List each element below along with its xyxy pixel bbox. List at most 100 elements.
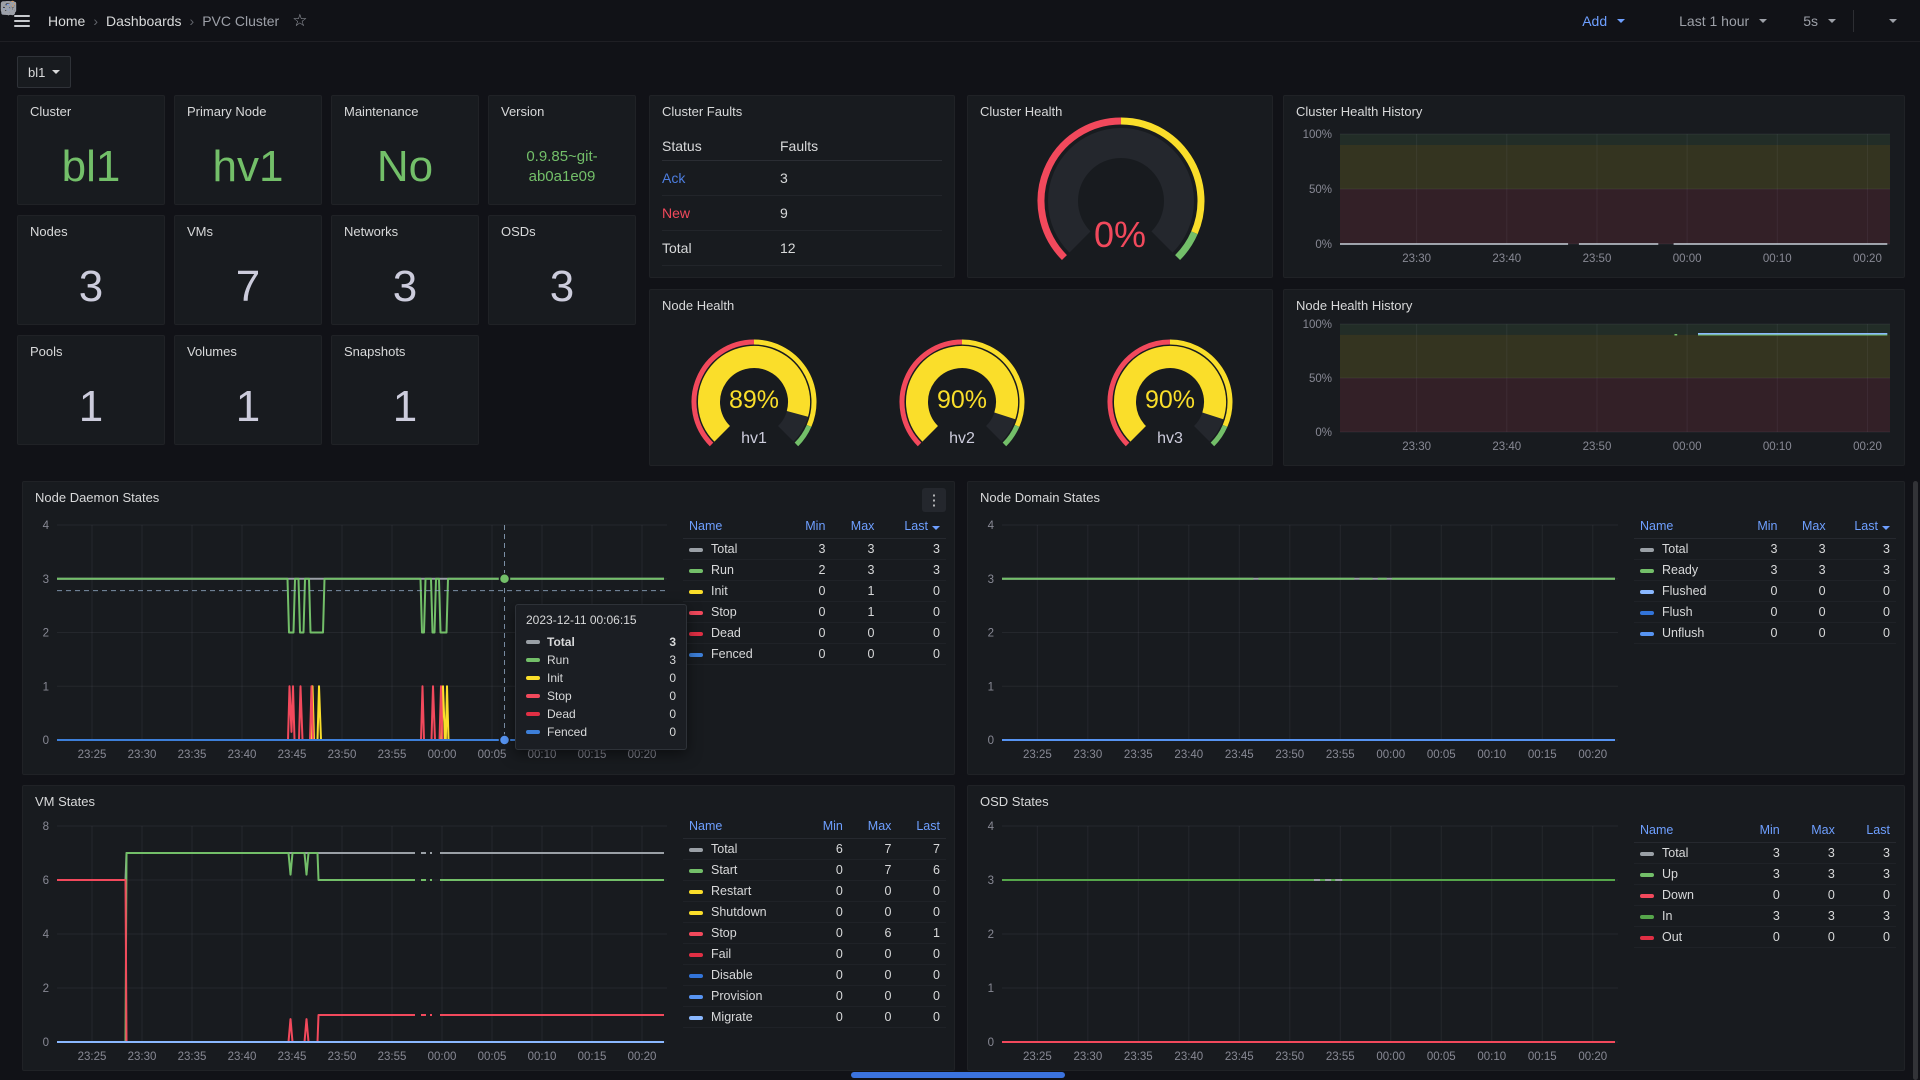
variable-dropdown[interactable]: bl1 [17,56,71,88]
legend-header-last[interactable]: Last [897,816,946,839]
panel-menu-icon[interactable]: ⋮ [922,488,946,512]
legend-value: 3 [1786,864,1841,885]
legend-series-label[interactable]: Down [1634,885,1736,906]
svg-text:00:20: 00:20 [1578,749,1607,761]
legend-series-label[interactable]: Total [683,839,805,860]
legend-series-label[interactable]: Total [683,539,787,560]
svg-text:23:35: 23:35 [1124,1051,1153,1063]
legend-header-last[interactable]: Last [1841,820,1896,843]
legend-series-label[interactable]: Out [1634,927,1736,948]
faults-header-faults: Faults [780,138,942,154]
legend-series-label[interactable]: Flush [1634,602,1740,623]
refresh-button[interactable]: 5s [1803,13,1836,29]
legend-header-max[interactable]: Max [1783,516,1831,539]
svg-text:23:55: 23:55 [378,1051,407,1063]
legend-value: 0 [849,944,898,965]
legend-series-label[interactable]: Fail [683,944,805,965]
legend-header-max[interactable]: Max [849,816,898,839]
legend-value: 0 [1783,602,1831,623]
legend-header-min[interactable]: Min [1740,516,1783,539]
legend-header-min[interactable]: Min [1736,820,1786,843]
legend-series-label[interactable]: Start [683,860,805,881]
svg-text:2: 2 [43,628,49,640]
legend-value: 0 [1832,602,1896,623]
legend-header-min[interactable]: Min [805,816,849,839]
toolbar-expand-button[interactable] [1889,19,1897,23]
stat-title: Nodes [30,224,68,239]
legend-row-total: Total333 [1634,539,1896,560]
series-color-swatch [526,730,540,734]
legend-series-label[interactable]: Total [1634,539,1740,560]
legend-series-label[interactable]: In [1634,906,1736,927]
legend-series-label[interactable]: Total [1634,843,1736,864]
vertical-scrollbar[interactable] [1913,481,1918,1080]
legend-value: 3 [1841,906,1896,927]
stat-value: 3 [332,250,478,324]
breadcrumb-home[interactable]: Home [48,13,85,29]
legend-header-last[interactable]: Last [1832,516,1896,539]
svg-text:00:05: 00:05 [478,749,507,761]
svg-text:23:40: 23:40 [228,1051,257,1063]
svg-text:00:10: 00:10 [1477,749,1506,761]
legend-header-max[interactable]: Max [1786,820,1841,843]
legend-series-label[interactable]: Init [683,581,787,602]
legend-header-name[interactable]: Name [1634,820,1736,843]
legend-series-label[interactable]: Provision [683,986,805,1007]
series-color-swatch [689,869,703,873]
legend-value: 6 [805,839,849,860]
legend-header-last[interactable]: Last [880,516,946,539]
add-button[interactable]: Add [1582,13,1625,29]
svg-text:1: 1 [988,983,994,995]
stat-value: 1 [175,370,321,444]
panel-cluster-health-history: Cluster Health History 0%50%100%23:3023:… [1283,95,1905,278]
legend-series-label[interactable]: Disable [683,965,805,986]
legend-header-min[interactable]: Min [787,516,831,539]
legend-value: 1 [897,923,946,944]
series-color-swatch [689,995,703,999]
series-color-swatch [526,658,540,662]
favorite-star-icon[interactable]: ☆ [292,11,307,31]
tooltip-timestamp: 2023-12-11 00:06:15 [526,613,676,627]
series-color-swatch [1640,852,1654,856]
legend-header-name[interactable]: Name [683,516,787,539]
legend-series-label[interactable]: Fenced [683,644,787,665]
stat-value: 1 [332,370,478,444]
svg-text:100%: 100% [1303,129,1332,141]
legend-series-label[interactable]: Restart [683,881,805,902]
legend-series-label[interactable]: Flushed [1634,581,1740,602]
time-range-picker[interactable]: Last 1 hour [1679,13,1767,29]
legend-series-label[interactable]: Ready [1634,560,1740,581]
legend-header-name[interactable]: Name [1634,516,1740,539]
legend-series-label[interactable]: Dead [683,623,787,644]
fault-status[interactable]: New [662,205,780,221]
svg-text:0: 0 [988,1037,994,1049]
legend-row-disable: Disable000 [683,965,946,986]
svg-text:00:10: 00:10 [1763,253,1792,265]
legend-series-label[interactable]: Stop [683,602,787,623]
panel-title: Cluster Faults [662,104,742,119]
horizontal-scrollbar[interactable] [851,1072,1065,1078]
legend-series-label[interactable]: Unflush [1634,623,1740,644]
svg-text:0%: 0% [1315,427,1332,439]
legend-series-label[interactable]: Migrate [683,1007,805,1028]
stat-panel-version: Version0.9.85~git-ab0a1e09 [488,95,636,205]
series-color-swatch [1640,936,1654,940]
stat-panel-nodes: Nodes 3 [17,215,165,325]
stat-value: 3 [18,250,164,324]
legend-series-label[interactable]: Up [1634,864,1736,885]
legend-row-stop: Stop010 [683,602,946,623]
svg-text:0: 0 [988,735,994,747]
fault-status[interactable]: Ack [662,170,780,186]
legend-series-label[interactable]: Stop [683,923,805,944]
svg-text:3: 3 [988,574,994,586]
legend-row-out: Out000 [1634,927,1896,948]
fault-count: 12 [780,240,942,256]
breadcrumb-dashboards[interactable]: Dashboards [106,13,182,29]
legend-series-label[interactable]: Run [683,560,787,581]
legend-header-max[interactable]: Max [831,516,880,539]
legend-header-name[interactable]: Name [683,816,805,839]
svg-text:00:20: 00:20 [1853,441,1882,453]
legend-series-label[interactable]: Shutdown [683,902,805,923]
legend-value: 7 [849,839,898,860]
legend-value: 0 [880,581,946,602]
